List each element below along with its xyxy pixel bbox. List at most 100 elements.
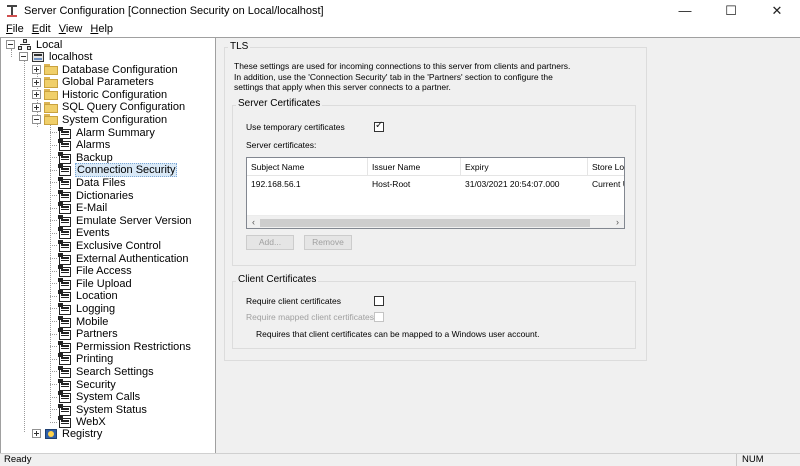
tree-item-database-configuration[interactable]: Database Configuration <box>32 63 179 76</box>
tree-label: Printing <box>76 353 114 366</box>
tree-label: Exclusive Control <box>76 239 161 252</box>
tree-item-alarm-summary[interactable]: Alarm Summary <box>58 126 156 139</box>
tree-label: Registry <box>62 427 103 440</box>
config-icon <box>58 328 72 341</box>
tree-item-registry[interactable]: Registry <box>32 427 103 440</box>
tree-item-logging[interactable]: Logging <box>58 302 116 315</box>
menu-file[interactable]: File <box>2 23 28 35</box>
tls-description-line-1: These settings are used for incoming con… <box>234 61 571 71</box>
expand-icon[interactable] <box>32 65 41 74</box>
collapse-icon[interactable] <box>32 115 41 125</box>
horizontal-scrollbar[interactable]: ‹ › <box>247 215 624 228</box>
config-icon <box>58 176 72 189</box>
tree-connector <box>50 195 57 196</box>
tree-item-sql-query-configuration[interactable]: SQL Query Configuration <box>32 101 186 114</box>
tree-item-external-authentication[interactable]: External Authentication <box>58 252 190 265</box>
tree-item-file-access[interactable]: File Access <box>58 265 133 278</box>
config-icon <box>58 202 72 215</box>
close-button[interactable]: ✕ <box>754 0 800 21</box>
tree-item-location[interactable]: Location <box>58 290 119 303</box>
use-temporary-certificates-checkbox[interactable] <box>374 120 384 132</box>
tree-label: Emulate Server Version <box>76 214 192 227</box>
tree-label: Security <box>76 378 116 391</box>
tree-item-historic-configuration[interactable]: Historic Configuration <box>32 88 168 101</box>
tree-connector <box>50 157 57 159</box>
tree-item-security[interactable]: Security <box>58 378 117 391</box>
maximize-button[interactable]: ☐ <box>708 0 754 21</box>
tree-item-partners[interactable]: Partners <box>58 328 119 341</box>
folder-icon <box>44 101 58 113</box>
folder-icon <box>44 89 58 101</box>
server-certificates-list-label: Server certificates: <box>246 140 317 150</box>
tree-connector <box>50 358 57 360</box>
expand-icon[interactable] <box>32 77 41 87</box>
add-certificate-button[interactable]: Add... <box>246 235 294 250</box>
tls-description-line-3: settings that apply when this server con… <box>234 82 451 92</box>
tree-item-localhost[interactable]: localhost <box>19 50 93 63</box>
tree-item-exclusive-control[interactable]: Exclusive Control <box>58 239 162 252</box>
require-client-certificates-checkbox[interactable] <box>374 296 384 306</box>
expand-icon[interactable] <box>32 429 41 438</box>
column-issuer-name[interactable]: Issuer Name <box>368 158 461 176</box>
client-certificates-note: Requires that client certificates can be… <box>256 329 540 339</box>
collapse-icon[interactable] <box>6 40 15 49</box>
cell-issuer-name: Host-Root <box>372 179 411 189</box>
tree-item-alarms[interactable]: Alarms <box>58 139 111 152</box>
config-icon <box>58 416 72 429</box>
require-mapped-client-certificates-label: Require mapped client certificates <box>246 312 375 322</box>
column-store-location[interactable]: Store Loca <box>588 158 624 176</box>
tree-item-system-configuration[interactable]: System Configuration <box>32 113 168 126</box>
minimize-button[interactable]: — <box>662 0 708 21</box>
tree-connector <box>50 258 57 259</box>
require-mapped-client-certificates-checkbox[interactable] <box>374 312 384 322</box>
column-subject-name[interactable]: Subject Name <box>247 158 368 176</box>
title-bar: Server Configuration [Connection Securit… <box>0 0 800 21</box>
tree-item-backup[interactable]: Backup <box>58 151 114 164</box>
server-icon <box>31 51 45 63</box>
server-certificates-list[interactable]: Subject Name Issuer Name Expiry Store Lo… <box>246 157 625 229</box>
tree-connector <box>50 207 57 209</box>
remove-certificate-button[interactable]: Remove <box>304 235 352 250</box>
scroll-thumb[interactable] <box>260 219 590 227</box>
tree-item-system-calls[interactable]: System Calls <box>58 391 141 404</box>
tree-item-search-settings[interactable]: Search Settings <box>58 365 155 378</box>
app-icon <box>6 4 18 17</box>
tree-item-file-upload[interactable]: File Upload <box>58 277 133 290</box>
expand-icon[interactable] <box>32 90 41 100</box>
tree-item-webx[interactable]: WebX <box>58 416 107 429</box>
tree-label: File Access <box>76 265 132 278</box>
tree-item-permission-restrictions[interactable]: Permission Restrictions <box>58 340 192 353</box>
tree-label: System Status <box>76 403 147 416</box>
tree-item-mobile[interactable]: Mobile <box>58 315 109 328</box>
tree-item-printing[interactable]: Printing <box>58 353 114 366</box>
menu-edit[interactable]: Edit <box>28 23 55 35</box>
menu-help[interactable]: Help <box>86 23 117 35</box>
tree-item-system-status[interactable]: System Status <box>58 403 148 416</box>
tree-item-global-parameters[interactable]: Global Parameters <box>32 76 155 89</box>
tree-item-connection-security[interactable]: Connection Security <box>58 163 178 178</box>
tree-connector <box>50 321 57 322</box>
tree-label: Alarms <box>76 139 111 152</box>
tree-connector <box>50 283 57 285</box>
tree-label: External Authentication <box>76 252 189 265</box>
menu-view[interactable]: View <box>55 23 87 35</box>
tree-item-e-mail[interactable]: E-Mail <box>58 202 108 215</box>
scroll-right-icon[interactable]: › <box>611 216 624 228</box>
tree-item-dictionaries[interactable]: Dictionaries <box>58 189 134 202</box>
tree-item-events[interactable]: Events <box>58 227 111 240</box>
tree-connector <box>50 220 57 222</box>
expand-icon[interactable] <box>32 102 41 112</box>
config-icon <box>58 277 72 290</box>
tree-connector <box>50 232 57 234</box>
column-expiry[interactable]: Expiry <box>461 158 588 176</box>
config-icon <box>58 139 72 152</box>
config-icon <box>58 391 72 404</box>
navigation-tree[interactable]: Local localhost Registry Database Config… <box>0 37 216 453</box>
tree-item-data-files[interactable]: Data Files <box>58 176 127 189</box>
collapse-icon[interactable] <box>19 52 28 61</box>
tree-label: Permission Restrictions <box>76 340 191 353</box>
tree-item-emulate-server-version[interactable]: Emulate Server Version <box>58 214 193 227</box>
tree-connector <box>50 384 57 385</box>
table-row[interactable]: 192.168.56.1 Host-Root 31/03/2021 20:54:… <box>247 177 624 191</box>
scroll-left-icon[interactable]: ‹ <box>247 216 260 228</box>
